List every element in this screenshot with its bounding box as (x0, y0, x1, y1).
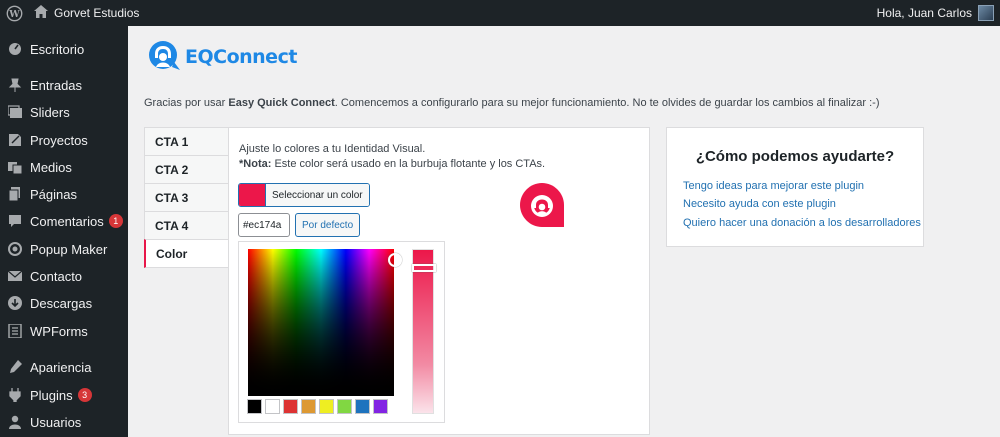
slides-icon (8, 105, 22, 119)
download-icon (8, 296, 22, 310)
main-content: EQConnect Gracias por usar Easy Quick Co… (128, 26, 1000, 437)
sidebar-item-label: Plugins (30, 387, 73, 403)
select-color-button[interactable]: Seleccionar un color (238, 183, 370, 207)
headset-logo-icon (149, 41, 180, 70)
page-icon (8, 187, 22, 201)
sidebar-item-label: Usuarios (30, 414, 82, 430)
sidebar-item-label: Sliders (30, 104, 70, 120)
sidebar-item-medios[interactable]: Medios (0, 154, 128, 180)
sidebar-item-label: Descargas (30, 295, 93, 311)
dashboard-icon (8, 42, 22, 56)
intro-pre: Gracias por usar (144, 97, 229, 109)
help-box: ¿Cómo podemos ayudarte? Tengo ideas para… (666, 127, 924, 247)
color-settings-panel: Ajuste lo colores a tu Identidad Visual.… (228, 127, 650, 435)
palette-swatch-white[interactable] (265, 399, 280, 414)
palette-swatch-blue[interactable] (355, 399, 370, 414)
select-color-label: Seleccionar un color (265, 184, 369, 206)
sidebar-item-proyectos[interactable]: Proyectos (0, 127, 128, 153)
eqconnect-logo: EQConnect (146, 40, 297, 74)
admin-bar: W Gorvet Estudios Hola, Juan Carlos (0, 0, 1000, 26)
appearance-icon (8, 360, 22, 374)
portfolio-icon (8, 133, 22, 147)
sidebar-item-label: Entradas (30, 77, 83, 93)
help-title: ¿Cómo podemos ayudarte? (695, 148, 895, 165)
color-intro-line: Ajuste lo colores a tu Identidad Visual. (239, 143, 426, 155)
sidebar-item-contacto[interactable]: Contacto (0, 263, 128, 289)
sidebar-item-plugins[interactable]: Plugins 3 (0, 382, 128, 408)
palette-swatch-orange[interactable] (301, 399, 316, 414)
comment-icon (8, 214, 22, 228)
palette-swatch-green[interactable] (337, 399, 352, 414)
color-description: Ajuste lo colores a tu Identidad Visual.… (239, 142, 545, 172)
site-name: Gorvet Estudios (54, 6, 140, 20)
sidebar-item-label: Popup Maker (30, 241, 108, 257)
greeting-text: Hola, Juan Carlos (876, 6, 972, 20)
user-menu[interactable]: Hola, Juan Carlos (877, 0, 994, 26)
sidebar-item-label: Medios (30, 159, 72, 175)
current-color-swatch (239, 184, 265, 206)
tab-cta-2[interactable]: CTA 2 (144, 155, 229, 183)
users-icon (8, 415, 22, 429)
sidebar-item-popup-maker[interactable]: Popup Maker (0, 236, 128, 262)
plugin-icon (8, 388, 22, 402)
sidebar-item-paginas[interactable]: Páginas (0, 181, 128, 207)
sidebar-item-label: WPForms (30, 323, 88, 339)
default-color-button[interactable]: Por defecto (295, 213, 361, 237)
admin-sidebar: Escritorio Entradas Sliders Proyectos Me… (0, 26, 128, 437)
palette-swatch-yellow[interactable] (319, 399, 334, 414)
hue-slider-handle[interactable] (412, 264, 436, 272)
chat-bubble-preview-icon (520, 183, 564, 227)
forms-icon (8, 324, 22, 338)
mail-icon (8, 269, 22, 283)
color-picker (238, 241, 445, 423)
tab-cta-4[interactable]: CTA 4 (144, 211, 229, 239)
sidebar-item-wpforms[interactable]: WPForms (0, 318, 128, 344)
color-note: *Nota: Este color será usado en la burbu… (239, 157, 545, 172)
sidebar-item-usuarios[interactable]: Usuarios (0, 409, 128, 435)
media-icon (8, 160, 22, 174)
wordpress-logo-icon[interactable]: W (0, 0, 28, 26)
sidebar-item-label: Escritorio (30, 41, 85, 57)
sidebar-item-comentarios[interactable]: Comentarios 1 (0, 208, 128, 234)
comments-count-badge: 1 (108, 214, 123, 228)
note-label: *Nota: (239, 158, 272, 170)
sidebar-item-descargas[interactable]: Descargas (0, 290, 128, 316)
sidebar-item-escritorio[interactable]: Escritorio (0, 36, 128, 62)
color-picker-handle[interactable] (388, 253, 402, 267)
settings-tabs: CTA 1 CTA 2 CTA 3 CTA 4 Color (144, 127, 229, 268)
saturation-value-area[interactable] (248, 249, 402, 396)
avatar (978, 5, 994, 21)
plugins-update-badge: 3 (77, 388, 92, 402)
sidebar-item-label: Apariencia (30, 359, 92, 375)
tab-cta-1[interactable]: CTA 1 (144, 127, 229, 155)
intro-text: Gracias por usar Easy Quick Connect. Com… (144, 97, 880, 109)
popup-icon (8, 242, 22, 256)
tab-color[interactable]: Color (144, 239, 229, 268)
hue-slider[interactable] (412, 249, 436, 414)
sidebar-item-label: Comentarios (30, 213, 104, 229)
sidebar-item-label: Proyectos (30, 132, 88, 148)
palette-swatch-black[interactable] (247, 399, 262, 414)
donation-link[interactable]: Quiero hacer una donación a los desarrol… (683, 217, 921, 229)
sidebar-item-sliders[interactable]: Sliders (0, 99, 128, 125)
sidebar-item-entradas[interactable]: Entradas (0, 72, 128, 98)
sidebar-item-label: Contacto (30, 268, 83, 284)
hex-color-input[interactable]: #ec174a (238, 213, 290, 237)
color-palette (247, 399, 388, 414)
ideas-link[interactable]: Tengo ideas para mejorar este plugin (683, 180, 864, 192)
tab-cta-3[interactable]: CTA 3 (144, 183, 229, 211)
site-name-link[interactable]: Gorvet Estudios (34, 5, 139, 21)
palette-swatch-red[interactable] (283, 399, 298, 414)
pin-icon (8, 78, 22, 92)
intro-plugin-name: Easy Quick Connect (228, 97, 335, 109)
intro-post: . Comencemos a configurarlo para su mejo… (334, 97, 880, 109)
palette-swatch-purple[interactable] (373, 399, 388, 414)
help-link[interactable]: Necesito ayuda con este plugin (683, 198, 836, 210)
svg-text:W: W (8, 8, 20, 19)
sidebar-item-apariencia[interactable]: Apariencia (0, 354, 128, 380)
brand-name: EQConnect (185, 46, 297, 68)
home-icon (34, 5, 48, 21)
sidebar-item-label: Páginas (30, 186, 77, 202)
note-text: Este color será usado en la burbuja flot… (271, 158, 546, 170)
